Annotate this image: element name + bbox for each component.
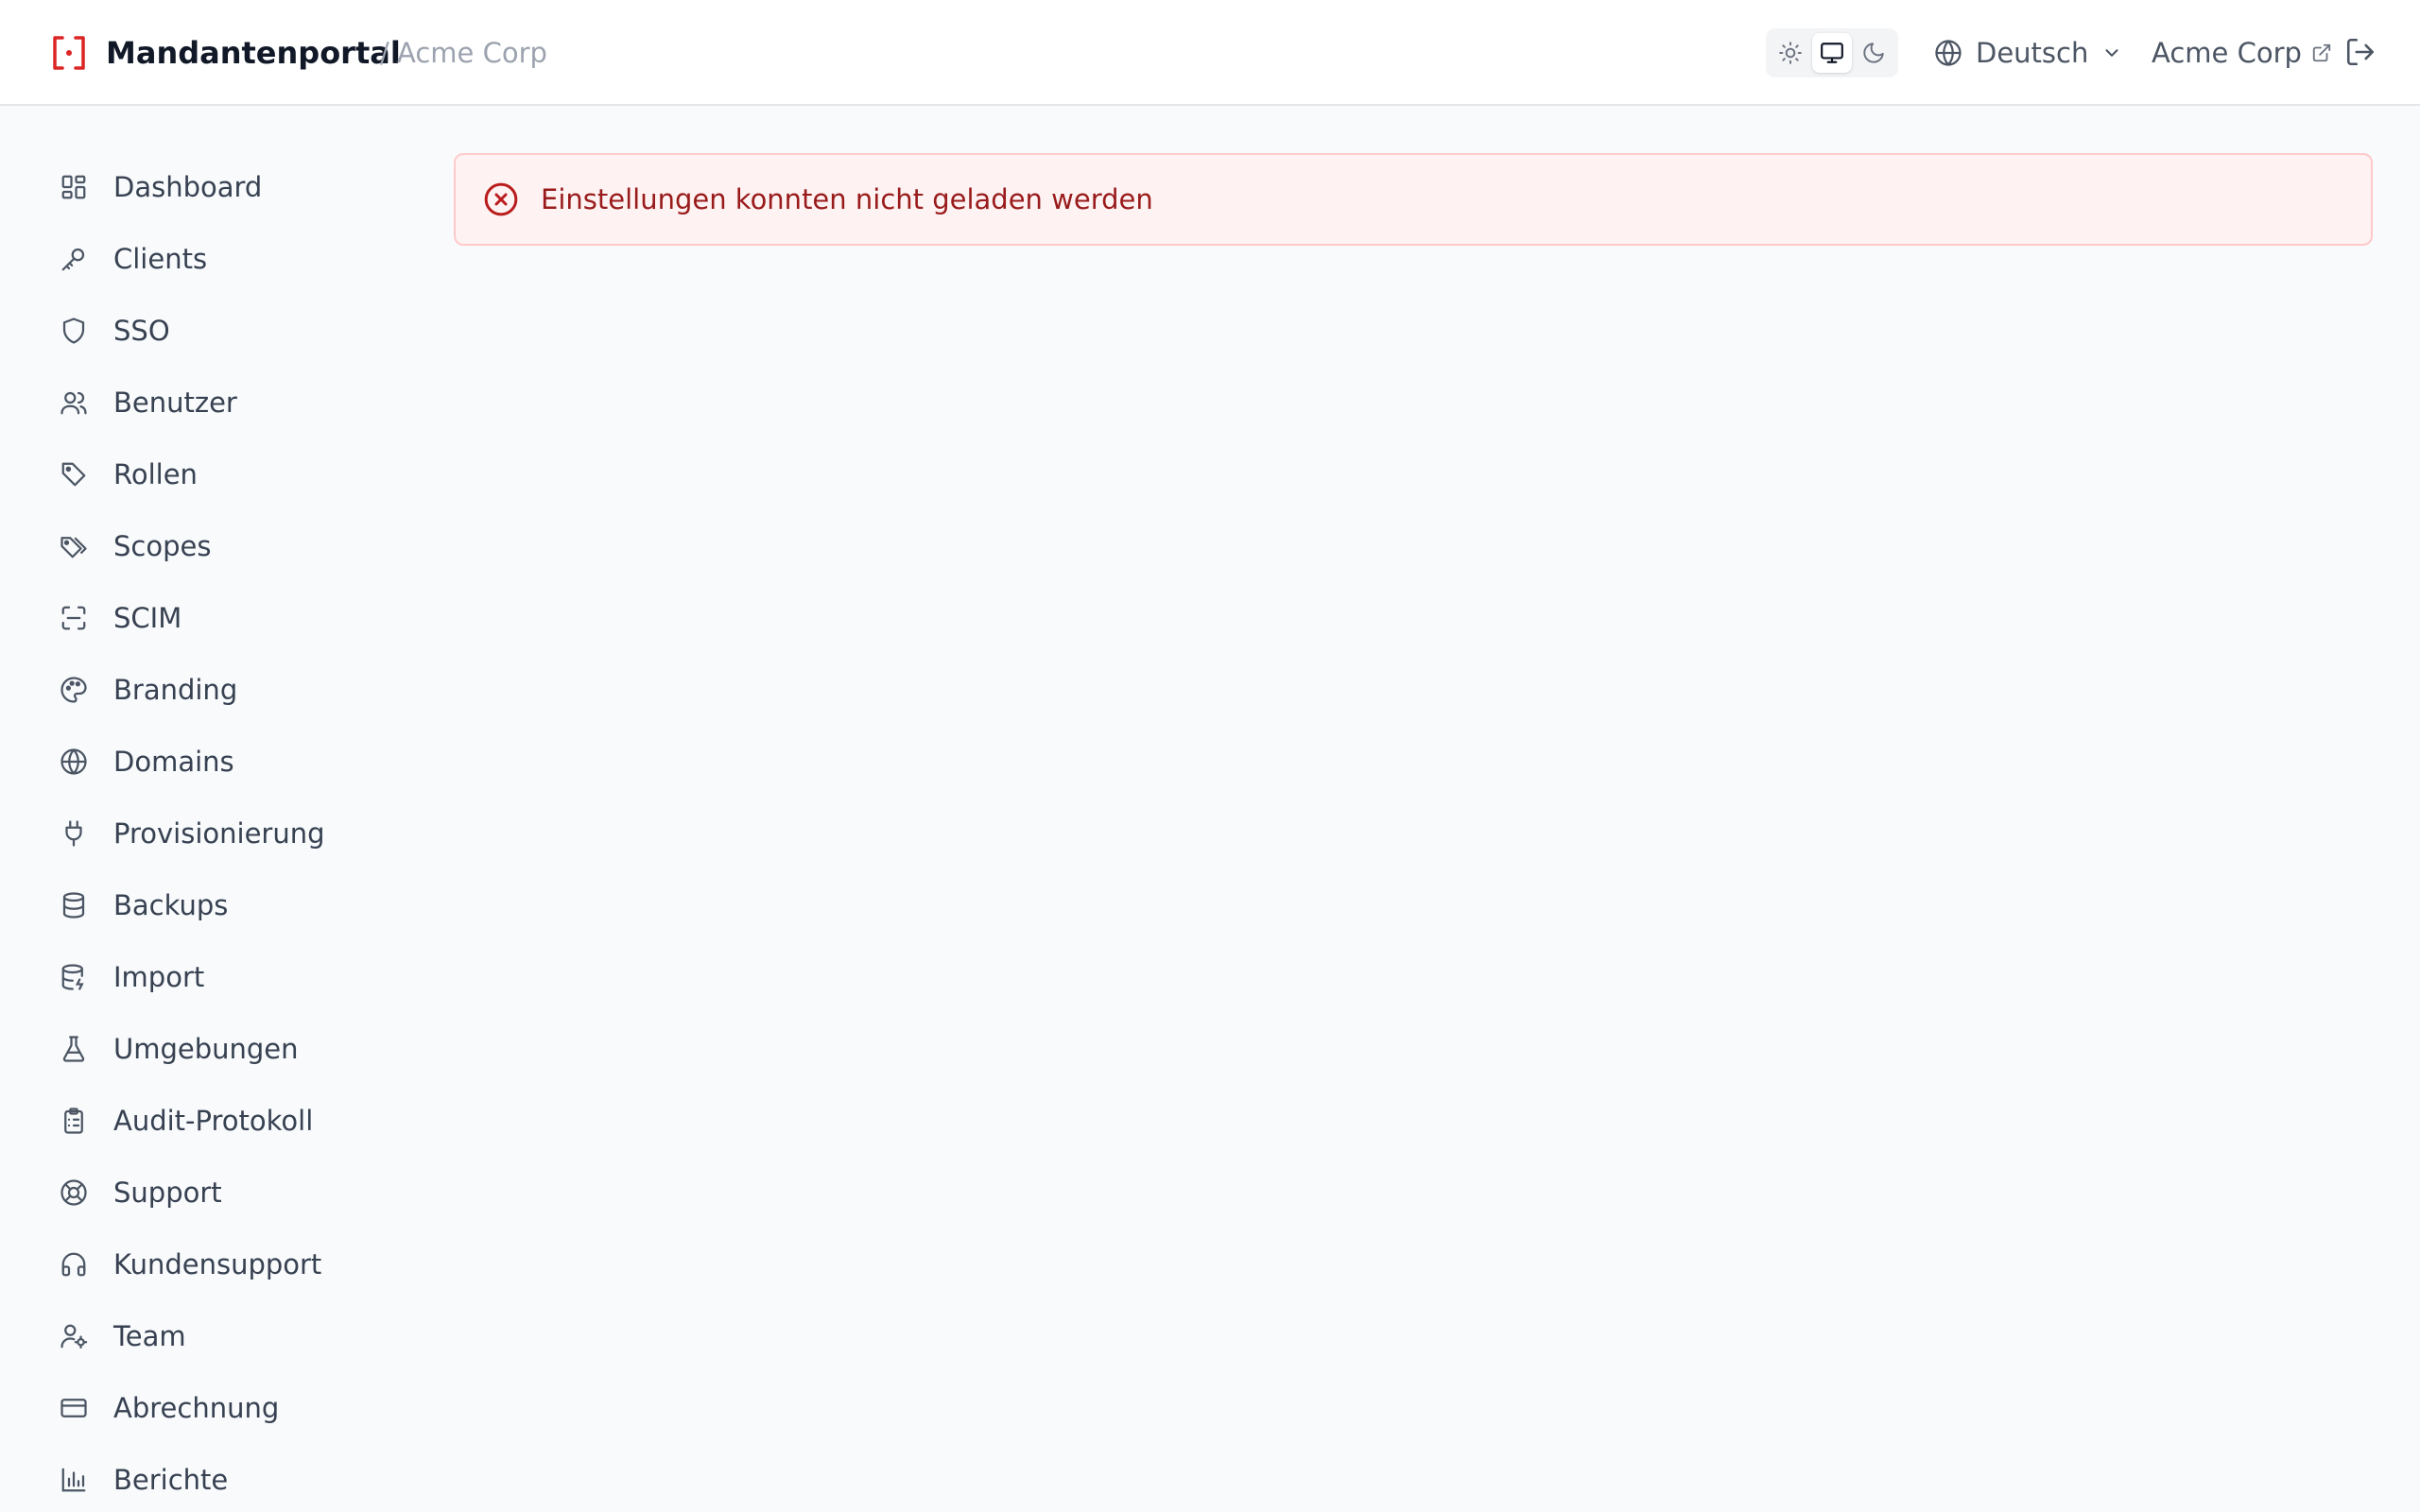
top-header: Mandantenportal / Acme Corp Deutsch Acme…	[0, 0, 2420, 106]
sidebar-item-clients[interactable]: Clients	[53, 231, 393, 287]
tenant-link-label: Acme Corp	[2152, 37, 2302, 69]
sidebar-item-label: Scopes	[113, 530, 212, 562]
logout-icon	[2344, 36, 2378, 68]
sidebar-item-label: Import	[113, 961, 205, 993]
sidebar-item-berichte[interactable]: Berichte	[53, 1452, 393, 1508]
shield-icon	[53, 312, 95, 350]
sidebar-item-import[interactable]: Import	[53, 949, 393, 1005]
sidebar-item-audit-protokoll[interactable]: Audit-Protokoll	[53, 1092, 393, 1149]
sidebar-item-benutzer[interactable]: Benutzer	[53, 374, 393, 431]
error-circle-icon	[482, 180, 520, 218]
flask-icon	[53, 1030, 95, 1068]
sidebar-nav: Dashboard Clients SSO Benutzer Rollen Sc…	[0, 106, 416, 1512]
sidebar-item-label: Backups	[113, 889, 229, 921]
credit-card-icon	[53, 1389, 95, 1427]
sidebar-item-provisionierung[interactable]: Provisionierung	[53, 805, 393, 862]
headphones-icon	[53, 1246, 95, 1283]
globe-icon	[53, 743, 95, 781]
external-link-icon	[2311, 43, 2332, 63]
sidebar-item-abrechnung[interactable]: Abrechnung	[53, 1380, 393, 1436]
sidebar-item-domains[interactable]: Domains	[53, 733, 393, 790]
sidebar-item-label: Branding	[113, 674, 238, 706]
database-icon	[53, 886, 95, 924]
clipboard-icon	[53, 1102, 95, 1140]
palette-icon	[53, 671, 95, 709]
sidebar-item-team[interactable]: Team	[53, 1308, 393, 1365]
sidebar-item-umgebungen[interactable]: Umgebungen	[53, 1021, 393, 1077]
theme-switcher	[1766, 28, 1898, 77]
sidebar-item-dashboard[interactable]: Dashboard	[53, 159, 393, 215]
sidebar-item-label: SSO	[113, 315, 170, 347]
theme-dark-button[interactable]	[1854, 33, 1893, 73]
plug-icon	[53, 815, 95, 852]
brand-logo-icon[interactable]	[51, 34, 87, 72]
sidebar-item-backups[interactable]: Backups	[53, 877, 393, 934]
scan-icon	[53, 599, 95, 637]
tag-icon	[53, 455, 95, 493]
sidebar-item-label: Abrechnung	[113, 1392, 280, 1424]
key-icon	[53, 240, 95, 278]
sidebar-item-support[interactable]: Support	[53, 1164, 393, 1221]
sidebar-item-rollen[interactable]: Rollen	[53, 446, 393, 503]
tenant-external-link[interactable]: Acme Corp	[2152, 32, 2332, 74]
sidebar-item-label: Team	[113, 1320, 186, 1352]
sidebar-item-label: Provisionierung	[113, 817, 325, 850]
sidebar-item-label: SCIM	[113, 602, 182, 634]
moon-icon	[1861, 41, 1886, 65]
chevron-down-icon	[2101, 43, 2122, 63]
sidebar-item-label: Umgebungen	[113, 1033, 299, 1065]
sidebar-item-kundensupport[interactable]: Kundensupport	[53, 1236, 393, 1293]
brand-title[interactable]: Mandantenportal	[106, 32, 401, 74]
theme-light-button[interactable]	[1771, 33, 1810, 73]
sidebar-item-label: Audit-Protokoll	[113, 1105, 314, 1137]
life-buoy-icon	[53, 1174, 95, 1211]
language-select[interactable]: Deutsch	[1934, 32, 2122, 74]
sidebar-item-label: Berichte	[113, 1464, 229, 1496]
sidebar-item-branding[interactable]: Branding	[53, 662, 393, 718]
bar-chart-icon	[53, 1461, 95, 1499]
database-import-icon	[53, 958, 95, 996]
sidebar-item-label: Benutzer	[113, 387, 237, 419]
user-cog-icon	[53, 1317, 95, 1355]
sidebar-item-label: Clients	[113, 243, 208, 275]
monitor-icon	[1820, 41, 1844, 65]
tags-icon	[53, 527, 95, 565]
sidebar-item-label: Support	[113, 1177, 222, 1209]
theme-system-button[interactable]	[1812, 33, 1852, 73]
breadcrumb-separator: /	[380, 37, 389, 69]
logout-button[interactable]	[2344, 36, 2378, 70]
sidebar-item-sso[interactable]: SSO	[53, 302, 393, 359]
sidebar-item-label: Kundensupport	[113, 1248, 322, 1280]
globe-icon	[1934, 39, 1962, 67]
sun-icon	[1778, 41, 1803, 65]
users-icon	[53, 384, 95, 421]
sidebar-item-label: Domains	[113, 746, 234, 778]
dashboard-icon	[53, 168, 95, 206]
sidebar-item-label: Dashboard	[113, 171, 263, 203]
error-message: Einstellungen konnten nicht geladen werd…	[541, 183, 1153, 215]
sidebar-item-scopes[interactable]: Scopes	[53, 518, 393, 575]
sidebar-item-scim[interactable]: SCIM	[53, 590, 393, 646]
language-label: Deutsch	[1976, 37, 2089, 69]
sidebar-item-label: Rollen	[113, 458, 198, 490]
breadcrumb-tenant: Acme Corp	[397, 37, 547, 69]
error-alert: Einstellungen konnten nicht geladen werd…	[454, 153, 2373, 246]
